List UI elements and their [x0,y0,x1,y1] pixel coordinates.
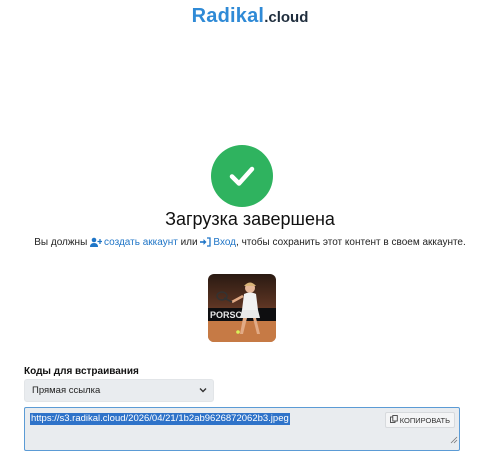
embed-code-textarea[interactable]: https://s3.radikal.cloud/2026/04/21/1b2a… [24,407,460,451]
site-logo[interactable]: Radikal.cloud [0,5,500,28]
embed-codes-label: Коды для встраивания [24,366,139,377]
copy-button[interactable]: КОПИРОВАТЬ [384,412,455,428]
chevron-down-icon [199,386,207,397]
or-text: или [180,237,198,248]
account-notice: Вы должны создать аккаунт или Вход, чтоб… [0,237,500,250]
create-account-link[interactable]: создать аккаунт [90,237,178,248]
logo-brand: Radikal [191,5,265,27]
sign-in-icon [200,237,212,250]
user-plus-icon [90,237,103,250]
embed-type-value: Прямая ссылка [32,385,101,396]
notice-prefix: Вы должны [34,237,88,248]
notice-suffix: , чтобы сохранить этот контент в своем а… [236,237,466,248]
create-account-label: создать аккаунт [104,237,178,248]
login-label: Вход [213,237,237,248]
logo-tld: .cloud [264,9,309,26]
uploaded-image-thumbnail[interactable]: PORSCHE [208,274,276,342]
copy-icon [389,415,398,425]
resize-handle[interactable] [450,431,458,449]
embed-code-value: https://s3.radikal.cloud/2026/04/21/1b2a… [30,413,290,425]
check-circle-icon [211,145,273,207]
login-link[interactable]: Вход [200,237,236,248]
copy-label: КОПИРОВАТЬ [399,415,450,425]
embed-type-select[interactable]: Прямая ссылка [24,379,214,402]
upload-complete-title: Загрузка завершена [165,209,335,229]
